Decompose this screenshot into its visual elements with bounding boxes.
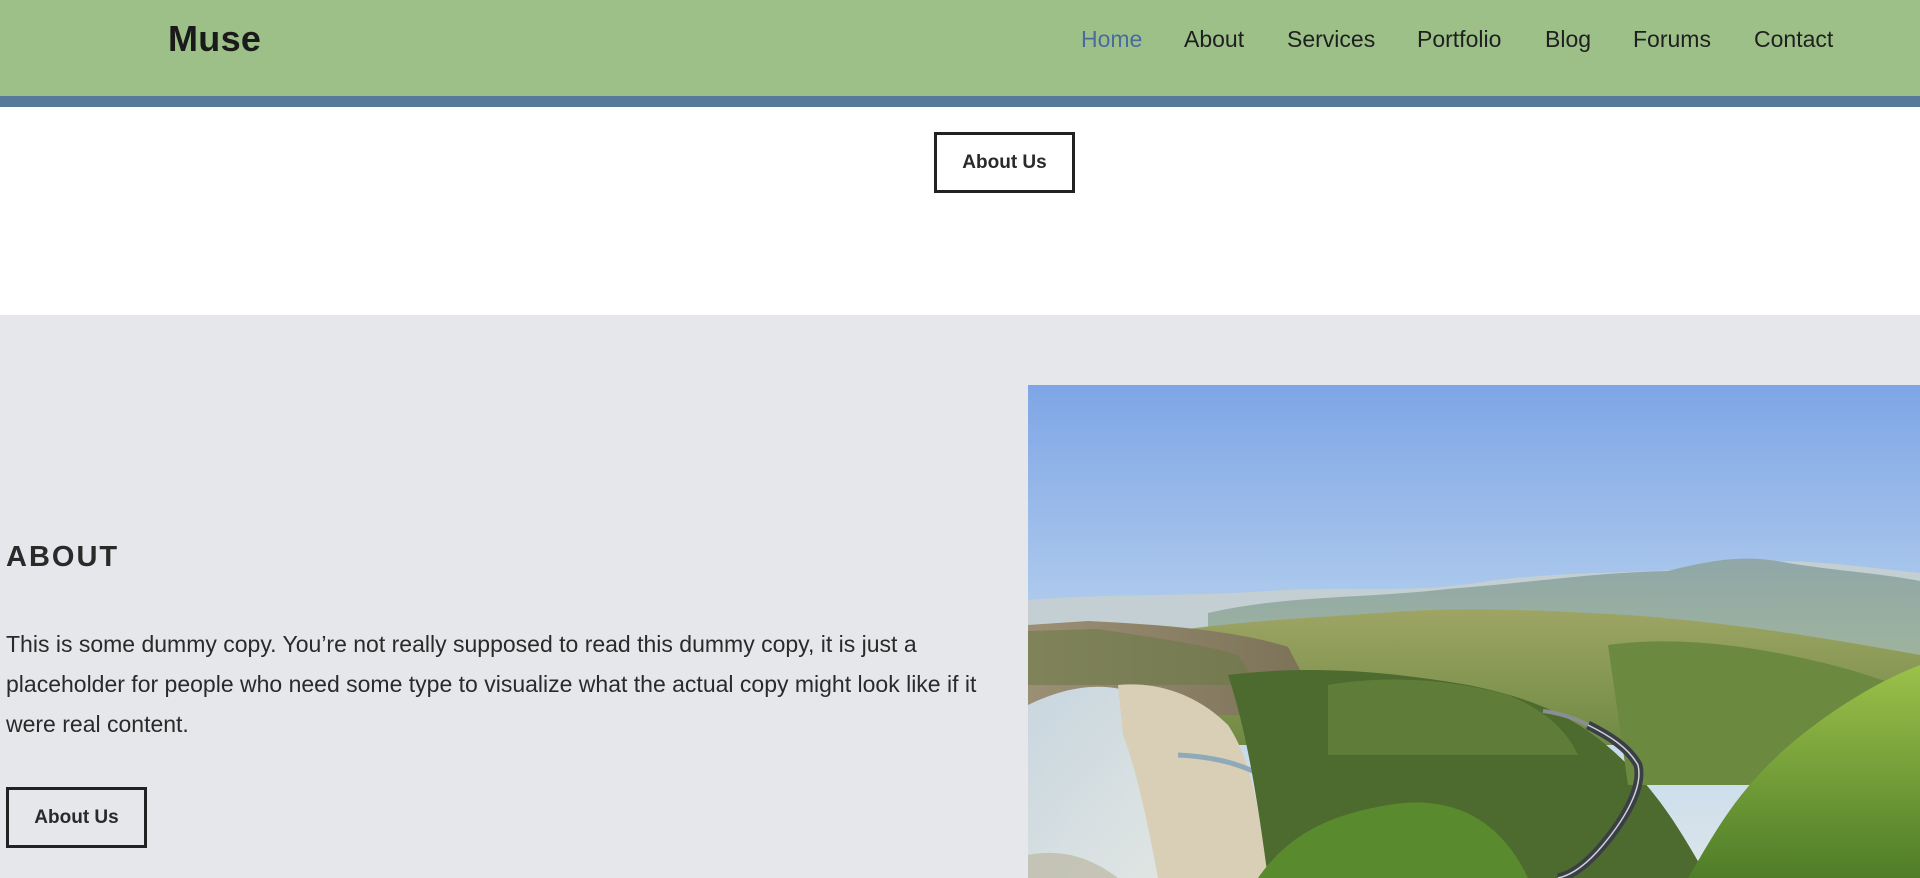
nav-item-about[interactable]: About [1184,26,1244,53]
about-heading: ABOUT [6,541,120,573]
site-header: Muse Home About Services Portfolio Blog … [0,0,1920,96]
site-logo[interactable]: Muse [168,18,261,60]
about-us-button-top[interactable]: About Us [934,132,1075,193]
nav-item-portfolio[interactable]: Portfolio [1417,26,1501,53]
nav-item-services[interactable]: Services [1287,26,1375,53]
nav-item-blog[interactable]: Blog [1545,26,1591,53]
about-body-text: This is some dummy copy. You’re not real… [6,631,977,737]
about-us-button[interactable]: About Us [6,787,147,848]
nav-item-forums[interactable]: Forums [1633,26,1711,53]
coastal-landscape-image [1028,385,1920,878]
nav-item-home[interactable]: Home [1081,26,1142,53]
header-accent-bar [0,96,1920,107]
nav-item-contact[interactable]: Contact [1754,26,1833,53]
